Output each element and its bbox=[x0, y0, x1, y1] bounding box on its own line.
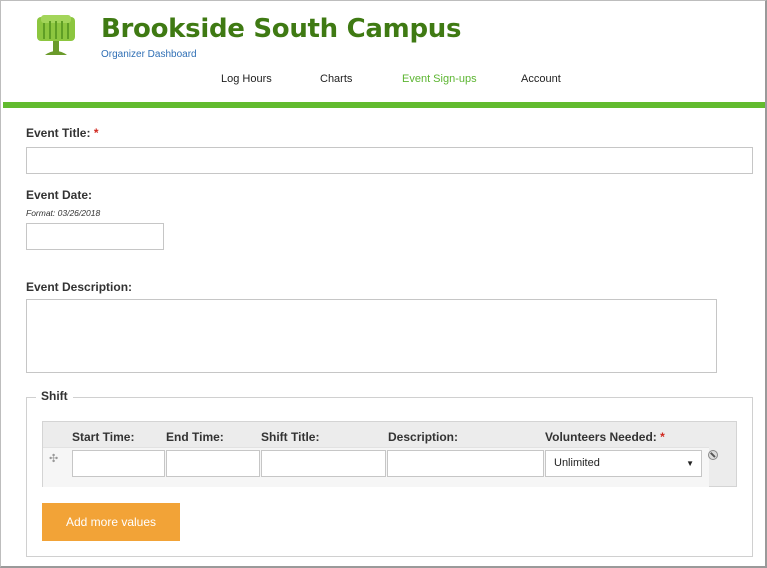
add-more-values-button[interactable]: Add more values bbox=[42, 503, 180, 541]
drag-handle-icon[interactable]: ✣ bbox=[49, 452, 58, 465]
column-header-description: Description: bbox=[388, 430, 459, 444]
shift-legend: Shift bbox=[36, 389, 73, 403]
header-divider-bar bbox=[3, 102, 765, 108]
shift-title-input[interactable] bbox=[261, 450, 386, 477]
column-header-start-time: Start Time: bbox=[72, 430, 135, 444]
event-date-label: Event Date: bbox=[26, 188, 93, 202]
event-date-format-hint: Format: 03/26/2018 bbox=[26, 208, 101, 218]
site-title[interactable]: Brookside South Campus bbox=[101, 14, 461, 44]
shift-description-textarea[interactable] bbox=[387, 450, 544, 477]
start-time-input[interactable] bbox=[72, 450, 165, 477]
required-mark: * bbox=[93, 126, 99, 140]
event-title-label: Event Title: * bbox=[26, 126, 99, 140]
chevron-down-icon: ▼ bbox=[686, 459, 694, 468]
column-header-end-time: End Time: bbox=[166, 430, 224, 444]
required-mark: * bbox=[660, 430, 665, 444]
nav-item-event-sign-ups[interactable]: Event Sign-ups bbox=[402, 73, 477, 85]
end-time-input[interactable] bbox=[166, 450, 260, 477]
nav-item-charts[interactable]: Charts bbox=[320, 73, 352, 85]
main-nav: Log Hours Charts Event Sign-ups Account bbox=[0, 73, 767, 87]
event-description-textarea[interactable] bbox=[26, 299, 717, 373]
nav-item-log-hours[interactable]: Log Hours bbox=[221, 73, 272, 85]
column-header-volunteers-needed: Volunteers Needed: * bbox=[545, 430, 665, 444]
site-slogan: Organizer Dashboard bbox=[101, 49, 197, 60]
column-header-shift-title: Shift Title: bbox=[261, 430, 320, 444]
remove-row-icon[interactable] bbox=[708, 450, 718, 460]
volunteers-needed-select[interactable]: Unlimited ▼ bbox=[545, 450, 702, 477]
nav-item-account[interactable]: Account bbox=[521, 73, 561, 85]
event-date-input[interactable] bbox=[26, 223, 164, 250]
tree-logo-icon bbox=[37, 15, 75, 55]
event-description-label: Event Description: bbox=[26, 280, 133, 294]
volunteers-needed-value: Unlimited bbox=[554, 457, 600, 469]
event-title-input[interactable] bbox=[26, 147, 753, 174]
